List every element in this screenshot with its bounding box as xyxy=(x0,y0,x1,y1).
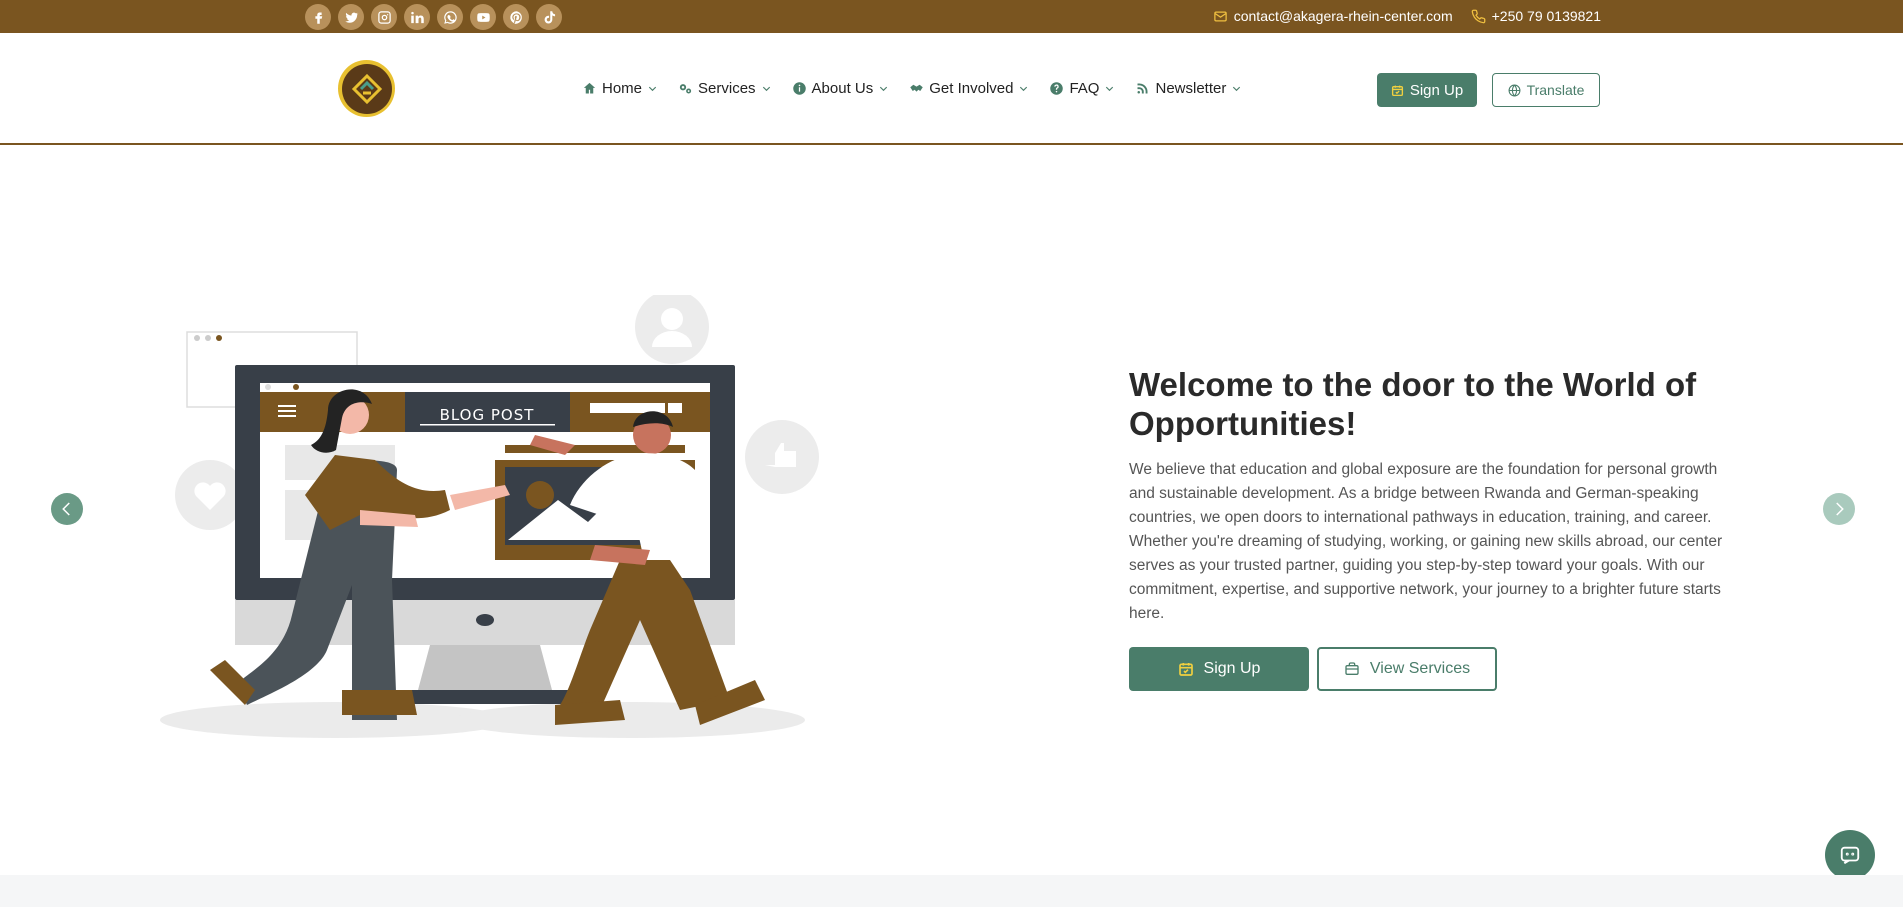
chevron-down-icon xyxy=(1233,86,1241,92)
hero-signup-button[interactable]: Sign Up xyxy=(1129,647,1309,691)
facebook-icon[interactable] xyxy=(305,4,331,30)
translate-label: Translate xyxy=(1526,82,1585,98)
info-icon xyxy=(792,82,806,95)
briefcase-icon xyxy=(1345,662,1359,675)
pinterest-icon[interactable] xyxy=(503,4,529,30)
main-nav: Home Services About Us Get Involved FAQ … xyxy=(582,80,1242,97)
chevron-down-icon xyxy=(762,86,770,92)
handshake-icon xyxy=(910,84,923,92)
hero-signup-label: Sign Up xyxy=(1203,660,1261,677)
next-section xyxy=(0,875,1903,907)
view-services-label: View Services xyxy=(1369,660,1471,677)
nav-about[interactable]: About Us xyxy=(792,80,890,97)
chevron-down-icon xyxy=(1020,86,1028,92)
logo-mark xyxy=(341,63,392,114)
nav-faq-label: FAQ xyxy=(1069,80,1100,97)
social-links xyxy=(305,4,562,30)
contact-info: contact@akagera-rhein-center.com +250 79… xyxy=(1213,8,1601,24)
calendar-check-icon xyxy=(1178,663,1193,676)
chevron-left-icon xyxy=(62,502,70,516)
hero-description: We believe that education and global exp… xyxy=(1129,461,1723,622)
instagram-icon[interactable] xyxy=(371,4,397,30)
tiktok-icon[interactable] xyxy=(536,4,562,30)
calendar-check-icon xyxy=(1391,85,1403,96)
nav-newsletter[interactable]: Newsletter xyxy=(1135,80,1242,97)
top-bar: contact@akagera-rhein-center.com +250 79… xyxy=(0,0,1903,33)
question-icon xyxy=(1050,82,1064,95)
site-logo[interactable] xyxy=(338,60,395,117)
blog-post-title: BLOG POST xyxy=(440,406,535,424)
hero-illustration: BLOG POST xyxy=(160,295,819,738)
header-signup-button[interactable]: Sign Up xyxy=(1377,73,1477,107)
chevron-down-icon xyxy=(880,86,888,92)
newspaper-icon xyxy=(1137,83,1148,94)
header-signup-label: Sign Up xyxy=(1409,81,1464,99)
gears-icon xyxy=(679,84,692,94)
nav-get-involved[interactable]: Get Involved xyxy=(909,80,1029,97)
contact-phone[interactable]: +250 79 0139821 xyxy=(1471,8,1601,24)
view-services-button[interactable]: View Services xyxy=(1317,647,1497,691)
contact-email-text: contact@akagera-rhein-center.com xyxy=(1233,8,1453,24)
chevron-right-icon xyxy=(1836,502,1844,516)
envelope-icon xyxy=(1213,11,1227,21)
contact-phone-text: +250 79 0139821 xyxy=(1491,8,1601,24)
nav-home[interactable]: Home xyxy=(582,80,658,97)
phone-icon xyxy=(1471,9,1485,23)
hero-title: Welcome to the door to the World of Oppo… xyxy=(1129,366,1697,442)
nav-get-involved-label: Get Involved xyxy=(929,80,1014,97)
translate-button[interactable]: Translate xyxy=(1492,73,1600,107)
chevron-down-icon xyxy=(648,86,657,92)
main-header: Home Services About Us Get Involved FAQ … xyxy=(0,33,1903,145)
twitter-icon[interactable] xyxy=(338,4,364,30)
youtube-icon[interactable] xyxy=(470,4,496,30)
home-icon xyxy=(583,82,596,94)
globe-icon xyxy=(1508,84,1521,96)
nav-newsletter-label: Newsletter xyxy=(1155,80,1227,97)
contact-email[interactable]: contact@akagera-rhein-center.com xyxy=(1213,8,1453,24)
whatsapp-icon[interactable] xyxy=(437,4,463,30)
chat-button[interactable] xyxy=(1825,830,1875,880)
nav-home-label: Home xyxy=(602,80,643,97)
carousel-next-button[interactable] xyxy=(1823,493,1855,525)
carousel-prev-button[interactable] xyxy=(51,493,83,525)
nav-about-label: About Us xyxy=(811,80,874,97)
chat-icon xyxy=(1840,846,1860,865)
nav-services[interactable]: Services xyxy=(678,80,772,97)
nav-faq[interactable]: FAQ xyxy=(1049,80,1115,97)
chevron-down-icon xyxy=(1106,86,1114,92)
nav-services-label: Services xyxy=(698,80,756,97)
linkedin-icon[interactable] xyxy=(404,4,430,30)
